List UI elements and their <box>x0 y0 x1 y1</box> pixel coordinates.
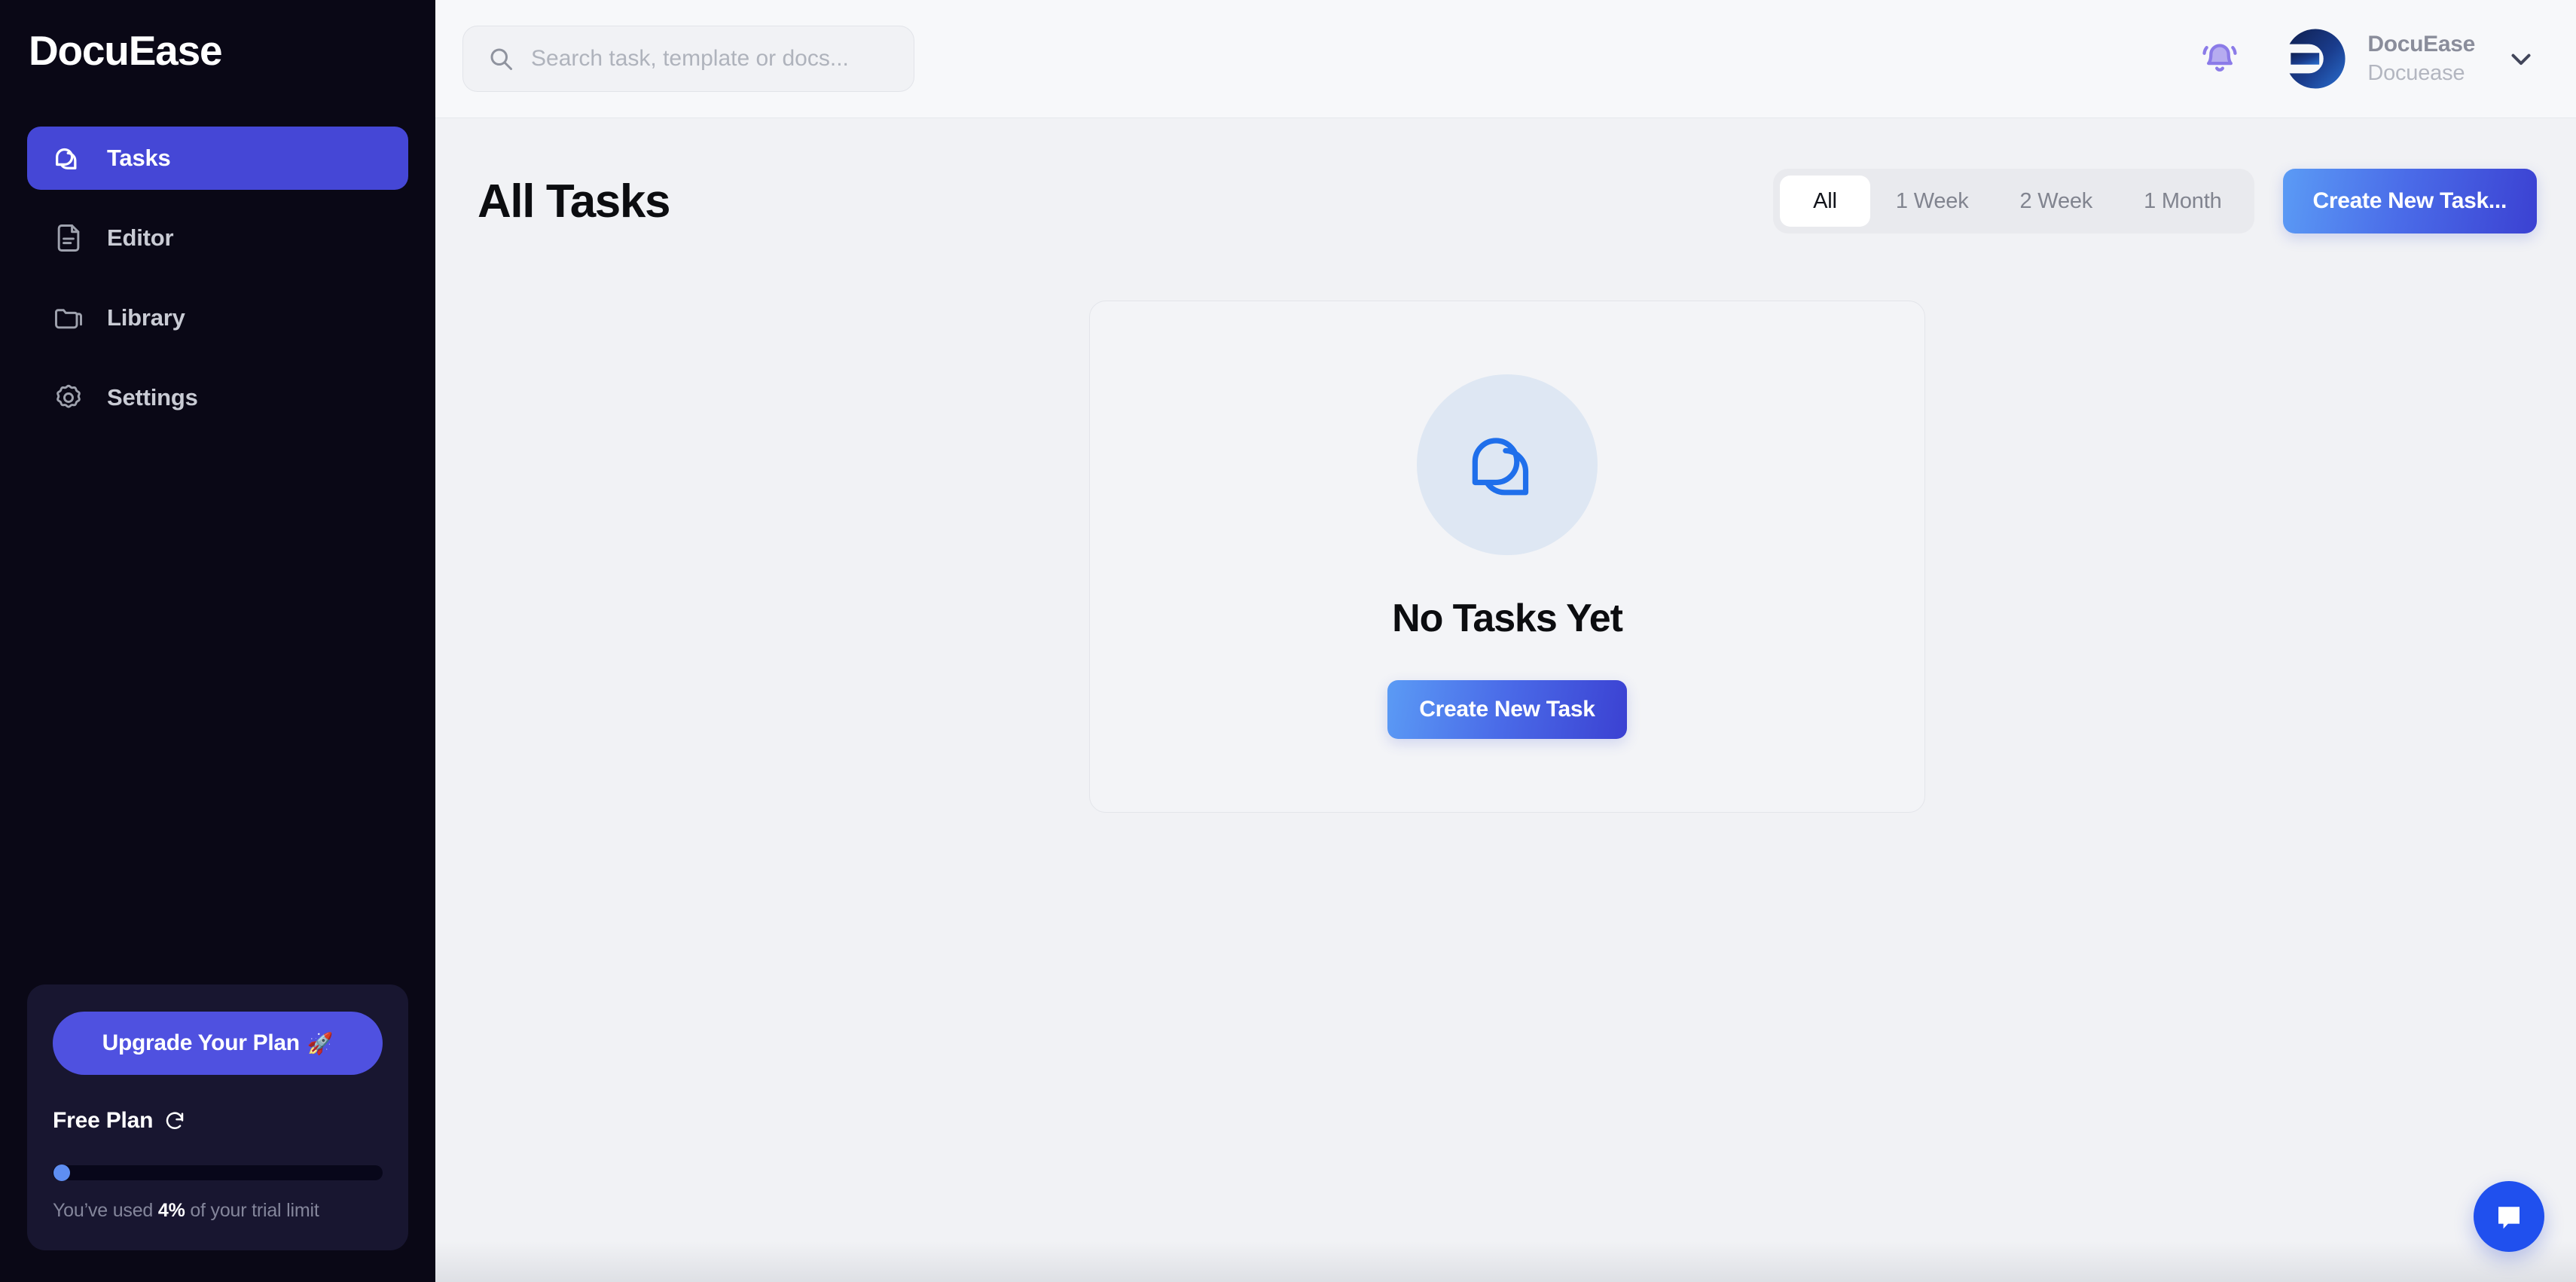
trial-usage-progress <box>53 1164 383 1181</box>
bottom-fade <box>435 1241 2576 1282</box>
sidebar-item-tasks[interactable]: Tasks <box>27 127 408 190</box>
sidebar-item-label: Library <box>107 304 185 331</box>
upgrade-plan-label: Upgrade Your Plan <box>102 1030 300 1055</box>
usage-suffix: of your trial limit <box>185 1200 319 1221</box>
bell-icon <box>2199 38 2240 79</box>
filter-1-month[interactable]: 1 Month <box>2118 176 2247 227</box>
sidebar-item-editor[interactable]: Editor <box>27 206 408 270</box>
page-header-actions: All 1 Week 2 Week 1 Month Create New Tas… <box>1772 169 2537 234</box>
folder-icon <box>51 301 86 335</box>
upgrade-plan-button[interactable]: Upgrade Your Plan 🚀 <box>53 1012 383 1075</box>
sidebar-item-library[interactable]: Library <box>27 286 408 349</box>
sidebar-item-label: Editor <box>107 224 174 251</box>
plan-row: Free Plan <box>53 1108 383 1134</box>
create-new-task-top-button[interactable]: Create New Task... <box>2282 169 2537 234</box>
chat-widget-button[interactable] <box>2474 1181 2544 1252</box>
user-org: Docuease <box>2367 60 2465 85</box>
time-filter-group: All 1 Week 2 Week 1 Month <box>1772 169 2254 234</box>
main-area: DocuEase Docuease All Tasks All 1 Week <box>435 0 2576 1282</box>
gear-icon <box>51 380 86 415</box>
search-icon <box>487 45 514 72</box>
chat-message-icon <box>2491 1198 2527 1235</box>
empty-state-card: No Tasks Yet Create New Task <box>1089 301 1925 813</box>
topbar: DocuEase Docuease <box>435 0 2576 118</box>
plan-name: Free Plan <box>53 1108 154 1133</box>
chat-bubbles-icon <box>51 141 86 176</box>
page-title: All Tasks <box>478 175 670 227</box>
upgrade-plan-card: Upgrade Your Plan 🚀 Free Plan You’ve use… <box>27 984 408 1250</box>
empty-state-wrap: No Tasks Yet Create New Task <box>478 301 2537 813</box>
refresh-icon[interactable] <box>163 1110 186 1132</box>
docuease-logo-icon <box>2283 26 2348 91</box>
document-icon <box>51 221 86 255</box>
search-box[interactable] <box>462 26 914 92</box>
sidebar-item-label: Settings <box>107 384 198 411</box>
content-area: All Tasks All 1 Week 2 Week 1 Month Crea… <box>435 118 2576 1282</box>
brand-name: DocuEase <box>29 27 223 74</box>
usage-prefix: You’ve used <box>53 1200 158 1221</box>
sidebar: DocuEase Tasks Editor Library Settings U… <box>0 0 435 1282</box>
notifications-button[interactable] <box>2193 32 2247 86</box>
chat-bubbles-icon <box>1459 417 1555 513</box>
user-meta: DocuEase Docuease <box>2367 32 2475 86</box>
sidebar-nav: Tasks Editor Library Settings <box>0 127 435 429</box>
sidebar-item-settings[interactable]: Settings <box>27 366 408 429</box>
filter-all[interactable]: All <box>1779 176 1870 227</box>
filter-1-week[interactable]: 1 Week <box>1870 176 1995 227</box>
app-root: DocuEase Tasks Editor Library Settings U… <box>0 0 2576 1282</box>
search-input[interactable] <box>531 46 890 72</box>
usage-percent: 4% <box>157 1200 185 1221</box>
brand-logo: DocuEase <box>0 0 435 113</box>
user-menu[interactable]: DocuEase Docuease <box>2283 26 2537 91</box>
chevron-down-icon[interactable] <box>2505 43 2537 75</box>
progress-thumb <box>53 1164 70 1181</box>
create-new-task-button[interactable]: Create New Task <box>1387 680 1627 739</box>
trial-usage-text: You’ve used 4% of your trial limit <box>53 1200 383 1222</box>
user-name: DocuEase <box>2367 32 2475 57</box>
rocket-icon: 🚀 <box>307 1031 334 1055</box>
page-header: All Tasks All 1 Week 2 Week 1 Month Crea… <box>478 166 2537 236</box>
empty-state-title: No Tasks Yet <box>1392 597 1623 640</box>
sidebar-item-label: Tasks <box>107 145 171 171</box>
filter-2-week[interactable]: 2 Week <box>1995 176 2119 227</box>
empty-state-icon-circle <box>1417 374 1598 555</box>
